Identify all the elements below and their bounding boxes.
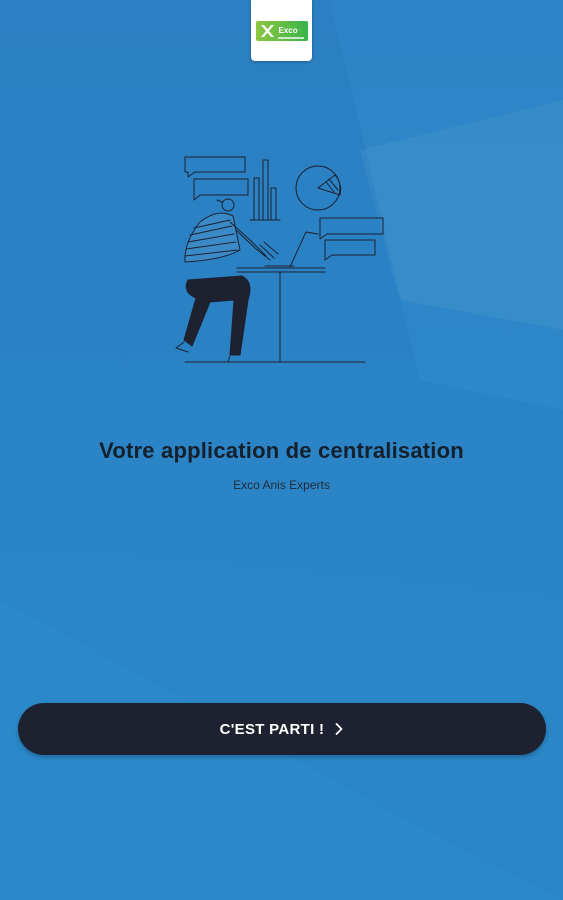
logo-x-icon xyxy=(260,24,274,37)
company-subtitle: Exco Anis Experts xyxy=(233,478,330,492)
logo-badge: Exco xyxy=(255,20,308,41)
chevron-right-icon xyxy=(335,723,343,735)
page-title: Votre application de centralisation xyxy=(99,438,464,463)
logo-text: Exco xyxy=(278,25,298,35)
logo-underline xyxy=(277,36,304,39)
app-logo: Exco xyxy=(251,0,312,61)
get-started-label: C'EST PARTI ! xyxy=(219,720,325,738)
get-started-button[interactable]: C'EST PARTI ! xyxy=(18,703,546,755)
person-at-desk-illustration xyxy=(175,156,384,363)
